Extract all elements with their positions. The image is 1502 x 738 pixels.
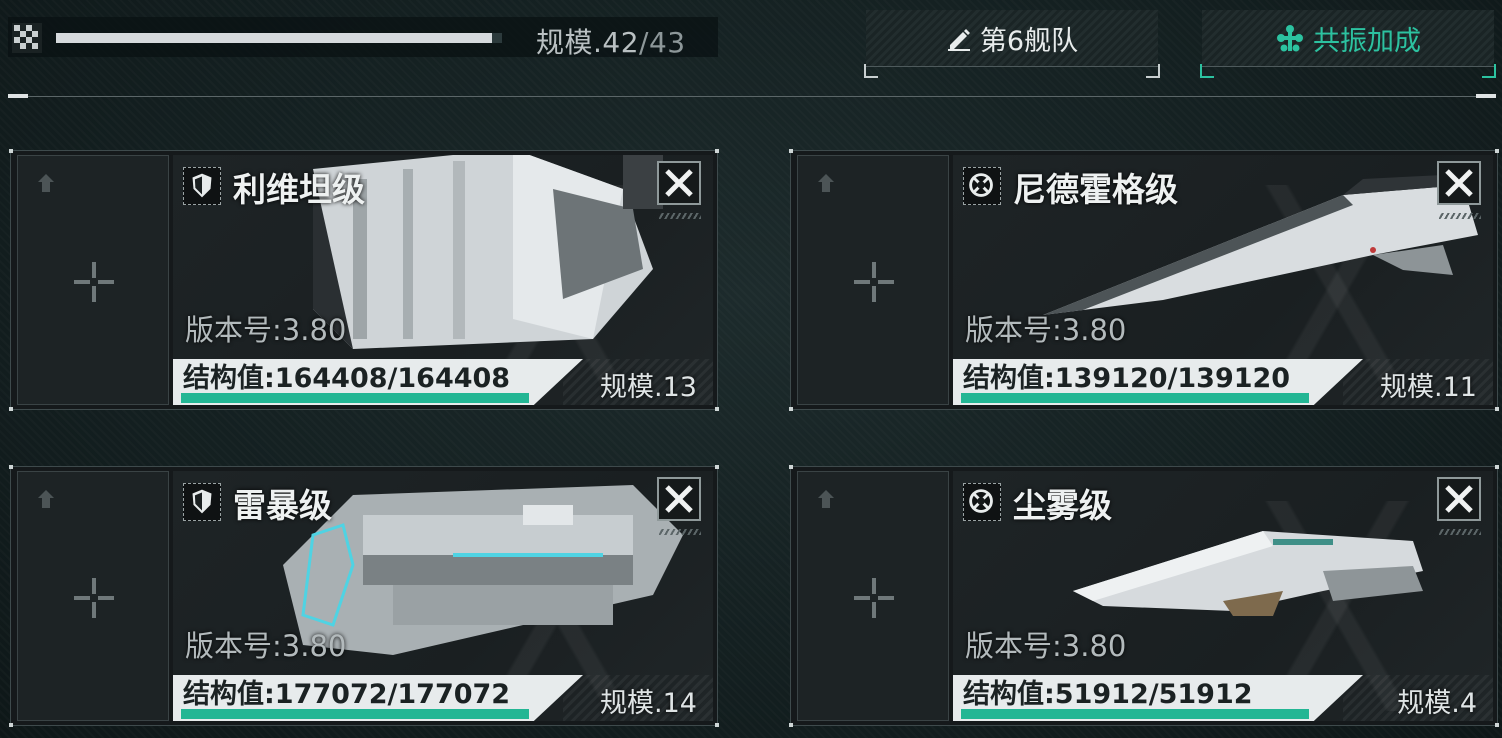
escort-slot[interactable] — [797, 471, 949, 721]
remove-ship-button[interactable] — [1437, 161, 1481, 205]
fleet-name-label: 第6舰队 — [979, 25, 1079, 57]
capacity-progress-fill — [56, 33, 492, 43]
fleet-capacity-bar: 规模.42/43 — [8, 17, 718, 59]
pencil-icon — [947, 29, 970, 51]
ship-scale: 规模.4 — [1397, 688, 1477, 719]
checker-flag-icon — [12, 23, 42, 53]
ship-card[interactable]: 尘雾级 版本号:3.80 结构值:51912/51912 规模.4 — [789, 465, 1499, 727]
escort-slot[interactable] — [17, 471, 169, 721]
escort-slot[interactable] — [797, 155, 949, 405]
add-icon — [74, 262, 114, 302]
ship-name: 尘雾级 — [1013, 486, 1112, 525]
capacity-progress-track — [56, 33, 502, 43]
resonance-icon — [1277, 25, 1303, 52]
remove-ship-button[interactable] — [1437, 477, 1481, 521]
fleet-rename-button[interactable]: 第6舰队 — [864, 10, 1160, 78]
ship-version: 版本号:3.80 — [965, 629, 1127, 663]
close-icon — [1445, 485, 1473, 513]
ship-structure-bar — [181, 393, 529, 403]
ship-card[interactable]: 雷暴级 版本号:3.80 结构值:177072/177072 规模.14 — [9, 465, 719, 727]
shield-icon — [192, 489, 212, 514]
add-icon — [74, 578, 114, 618]
fleet-emblem-icon — [818, 174, 834, 192]
add-icon — [854, 262, 894, 302]
escort-slot[interactable] — [17, 155, 169, 405]
ship-version: 版本号:3.80 — [185, 629, 347, 663]
ship-version: 版本号:3.80 — [965, 313, 1127, 347]
ship-info-panel: 尼德霍格级 版本号:3.80 结构值:139120/139120 规模.11 — [953, 155, 1493, 405]
ship-name: 尼德霍格级 — [1013, 170, 1178, 209]
resonance-bonus-button[interactable]: 共振加成 — [1200, 10, 1496, 78]
target-icon — [969, 489, 993, 513]
close-icon — [665, 485, 693, 513]
ship-structure-bar — [961, 393, 1309, 403]
ship-structure-bar — [181, 709, 529, 719]
resonance-bonus-label: 共振加成 — [1313, 25, 1421, 57]
ship-version: 版本号:3.80 — [185, 313, 347, 347]
fleet-emblem-icon — [38, 174, 54, 192]
ship-info-panel: 雷暴级 版本号:3.80 结构值:177072/177072 规模.14 — [173, 471, 713, 721]
remove-ship-button[interactable] — [657, 161, 701, 205]
capacity-label: 规模.42/43 — [536, 26, 686, 59]
ship-name: 利维坦级 — [233, 170, 365, 209]
ship-structure-bar — [961, 709, 1309, 719]
fleet-emblem-icon — [38, 490, 54, 508]
ship-structure-value: 结构值:177072/177072 — [183, 679, 511, 710]
ship-structure-value: 结构值:51912/51912 — [963, 679, 1253, 710]
ship-image — [1073, 531, 1423, 616]
fleet-emblem-icon — [818, 490, 834, 508]
remove-ship-button[interactable] — [657, 477, 701, 521]
header-divider — [8, 96, 1496, 97]
ship-scale: 规模.14 — [600, 688, 697, 719]
ship-name: 雷暴级 — [233, 486, 332, 525]
close-icon — [1445, 169, 1473, 197]
shield-icon — [192, 173, 212, 198]
ship-structure-value: 结构值:164408/164408 — [183, 363, 511, 394]
ship-scale: 规模.13 — [600, 372, 697, 403]
add-icon — [854, 578, 894, 618]
close-icon — [665, 169, 693, 197]
ship-card[interactable]: 利维坦级 版本号:3.80 结构值:164408/164408 规模.13 — [9, 149, 719, 411]
ship-card[interactable]: 尼德霍格级 版本号:3.80 结构值:139120/139120 规模.11 — [789, 149, 1499, 411]
target-icon — [969, 173, 993, 197]
ship-info-panel: 尘雾级 版本号:3.80 结构值:51912/51912 规模.4 — [953, 471, 1493, 721]
ship-structure-value: 结构值:139120/139120 — [963, 363, 1291, 394]
ship-info-panel: 利维坦级 版本号:3.80 结构值:164408/164408 规模.13 — [173, 155, 713, 405]
ship-scale: 规模.11 — [1380, 372, 1477, 403]
